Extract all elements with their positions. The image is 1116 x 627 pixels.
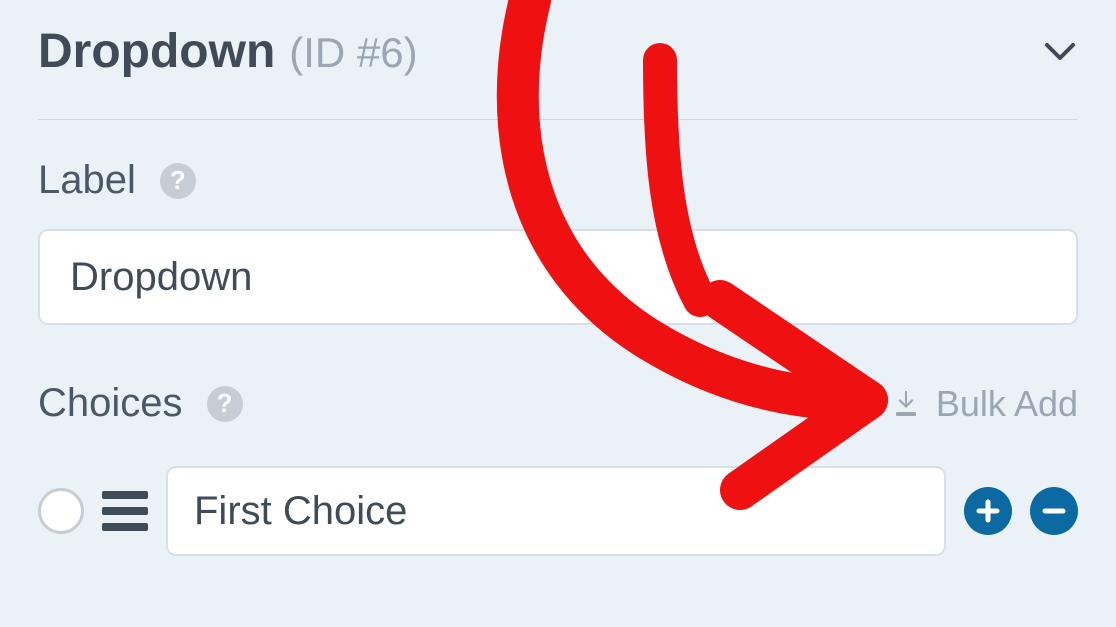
panel-header[interactable]: Dropdown (ID #6) bbox=[38, 24, 1078, 79]
panel-field-id: (ID #6) bbox=[289, 29, 417, 77]
help-icon[interactable]: ? bbox=[160, 163, 196, 199]
panel-title: Dropdown bbox=[38, 24, 275, 79]
divider bbox=[38, 119, 1078, 120]
drag-handle-icon[interactable] bbox=[102, 491, 148, 531]
choices-heading: Choices bbox=[38, 381, 183, 426]
default-choice-radio[interactable] bbox=[38, 488, 84, 534]
bulk-add-label: Bulk Add bbox=[936, 383, 1078, 425]
help-icon[interactable]: ? bbox=[207, 386, 243, 422]
download-icon bbox=[890, 388, 922, 420]
panel-title-wrap: Dropdown (ID #6) bbox=[38, 24, 418, 79]
choices-heading-wrap: Choices ? bbox=[38, 381, 243, 426]
label-heading: Label bbox=[38, 158, 136, 203]
label-input[interactable] bbox=[38, 229, 1078, 325]
bulk-add-button[interactable]: Bulk Add bbox=[890, 383, 1078, 425]
remove-choice-button[interactable] bbox=[1030, 487, 1078, 535]
choices-section-header: Choices ? Bulk Add bbox=[38, 381, 1078, 426]
field-settings-panel: Dropdown (ID #6) Label ? Choices ? Bulk … bbox=[0, 0, 1116, 556]
choice-input[interactable] bbox=[166, 466, 946, 556]
add-choice-button[interactable] bbox=[964, 487, 1012, 535]
choice-row bbox=[38, 466, 1078, 556]
label-section-header: Label ? bbox=[38, 158, 1078, 203]
chevron-down-icon[interactable] bbox=[1042, 34, 1078, 70]
